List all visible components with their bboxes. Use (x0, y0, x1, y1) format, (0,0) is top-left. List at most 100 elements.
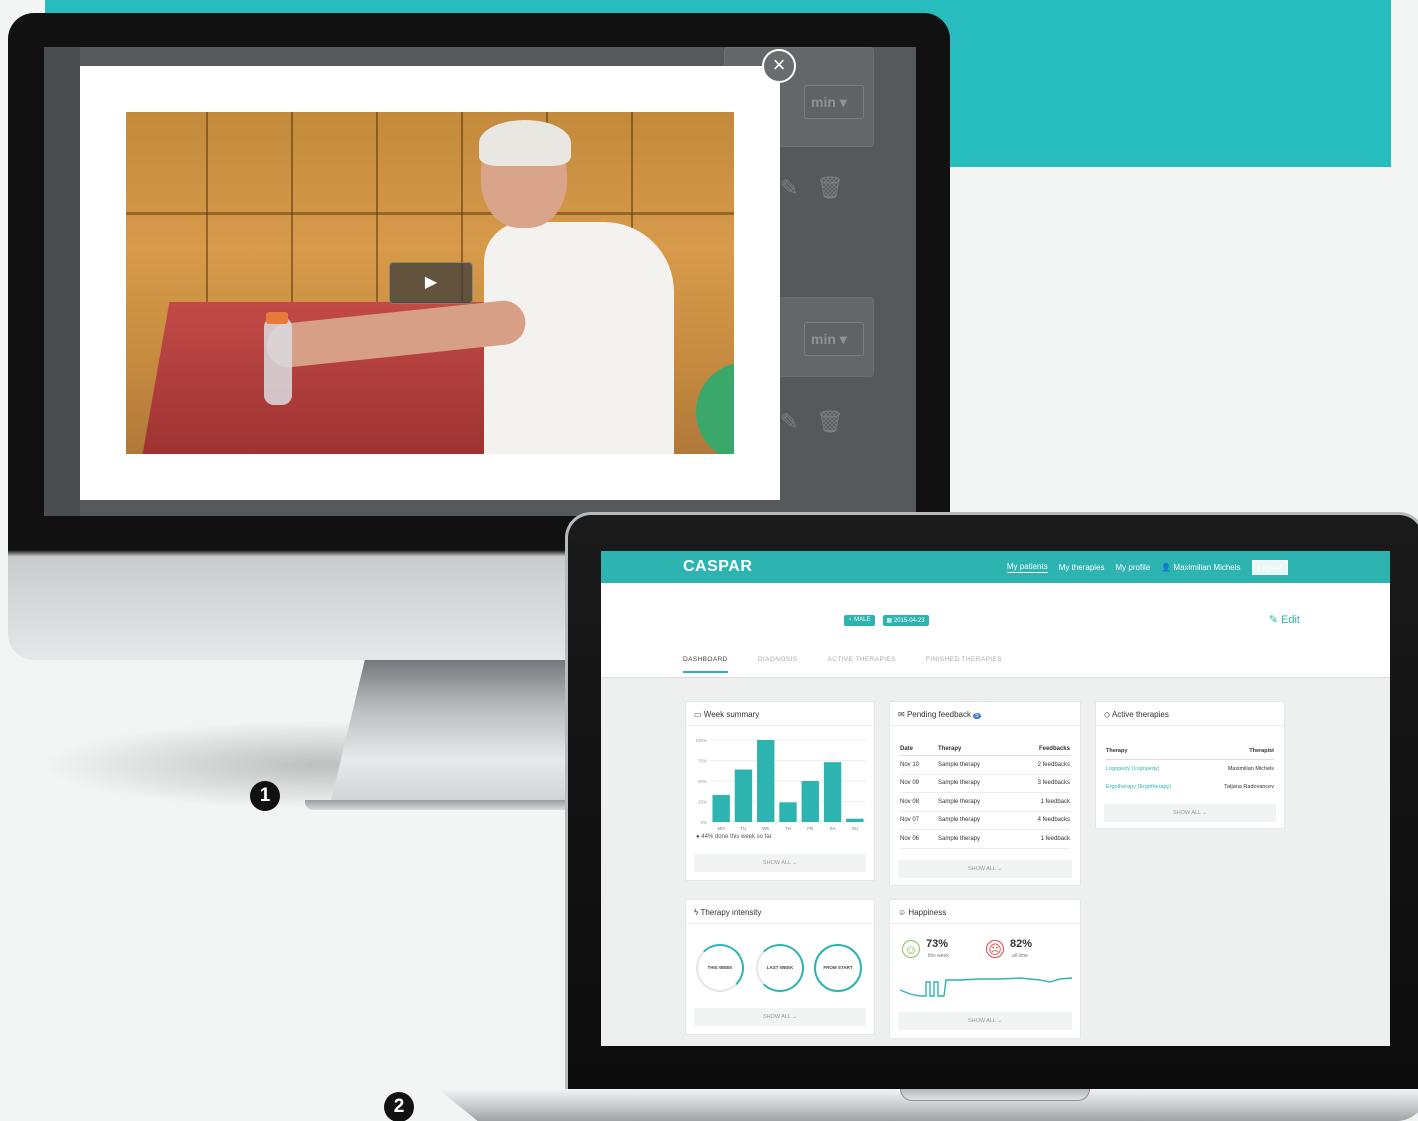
week-summary-chart: 100% 75% 50% 25% 0% MO TU WE TH FR SA SU (695, 738, 866, 831)
card-header: ✉ Pending feedback 5 (890, 702, 1080, 726)
table-row[interactable]: Nov 10 Sample therapy 2 feedbacks (900, 756, 1070, 775)
smile-icon: ☺ (898, 908, 907, 917)
ring-from-start: FROM START (814, 944, 862, 992)
active-therapies-card: ◇ Active therapies Therapy Therapist Logo… (1095, 701, 1285, 829)
edit-icon: ✎ (780, 409, 799, 434)
table-header: Therapy Therapist (1106, 742, 1274, 760)
marker-1: 1 (250, 781, 280, 811)
cabinet-shelf (126, 212, 734, 215)
y-tick-label: 25% (698, 800, 707, 805)
sad-percent: 82% (1010, 938, 1033, 950)
therapy-intensity-card: ϟ Therapy intensity THIS WEEK LAST WEEK … (685, 899, 875, 1035)
trash-icon: 🗑 (816, 409, 844, 434)
x-tick-label: TU (740, 826, 746, 831)
user-icon: 👤 (1161, 562, 1172, 572)
bar-su (846, 818, 864, 822)
nav-user[interactable]: 👤 Maximilian Michels (1161, 563, 1240, 572)
play-icon: ▶ (424, 274, 438, 291)
nav-my-profile[interactable]: My profile (1116, 563, 1151, 572)
week-show-all-button[interactable]: SHOW ALL ⌄ (694, 854, 866, 872)
patient-header: ♀ MALE ▦ 2015-04-23 ✎ Edit DASHBOARD DIA… (601, 583, 1390, 678)
happy-caption: this week (928, 953, 949, 959)
table-row[interactable]: Nov 07 Sample therapy 4 feedbacks (900, 812, 1070, 830)
pending-feedback-card: ✉ Pending feedback 5 Date Therapy Feedback… (889, 701, 1081, 886)
tab-diagnosis[interactable]: DIAGNOSIS (758, 656, 798, 673)
background-duration-select: min ▾ (804, 85, 864, 119)
week-progress-note: ● 44% done this week so far (696, 834, 772, 840)
intensity-show-all-button[interactable]: SHOW ALL ⌄ (694, 1008, 866, 1026)
close-icon: × (772, 52, 786, 77)
x-tick-label: SA (830, 826, 836, 831)
close-button[interactable]: × (762, 49, 796, 83)
table-row[interactable]: Ergotherapy (Ergotherapy) Tatjana Radovan… (1106, 778, 1274, 796)
imac-stand (330, 655, 570, 805)
date-badge: ▦ 2015-04-23 (882, 615, 929, 626)
tab-finished-therapies[interactable]: FINISHED THERAPIES (926, 656, 1002, 673)
bar-sa (823, 762, 842, 822)
table-row[interactable]: Nov 06 Sample therapy 1 feedback (900, 830, 1070, 849)
card-header: ☺ Happiness (890, 900, 1080, 924)
video-modal: ▶ (80, 66, 780, 500)
x-tick-label: SU (852, 826, 858, 831)
sad-face-icon: ☹ (986, 940, 1004, 958)
feedback-table: Date Therapy Feedbacks Nov 10 Sample therap… (900, 742, 1070, 849)
gender-badge: ♀ MALE (844, 615, 875, 626)
laptop-notch (900, 1089, 1090, 1101)
happiness-show-all-button[interactable]: SHOW ALL ⌄ (898, 1012, 1072, 1030)
logout-button[interactable]: Logout (1251, 559, 1288, 575)
happiness-card: ☺ Happiness ☺ 73% this week ☹ 82% all ti… (889, 899, 1081, 1039)
bar-tu (734, 769, 753, 822)
calendar-icon: ▦ (886, 618, 893, 624)
bar-fr (801, 781, 819, 822)
tag-icon: ◇ (1104, 710, 1111, 719)
table-row[interactable]: Nov 08 Sample therapy 1 feedback (900, 793, 1070, 812)
table-header: Date Therapy Feedbacks (900, 742, 1070, 756)
nav-my-therapies[interactable]: My therapies (1059, 563, 1105, 572)
laptop-screen: CASPAR My patients My therapies My profi… (601, 551, 1390, 1046)
bar-mo (712, 794, 730, 822)
patient-tabs: DASHBOARD DIAGNOSIS ACTIVE THERAPIES FIN… (683, 656, 1002, 673)
imac-screen: min ▾ ✎ 🗑 min ▾ ✎ 🗑 ▶ × (44, 47, 916, 516)
x-tick-label: WE (762, 826, 769, 831)
week-summary-card: ▭ Week summary 100% 75% 50% 25% 0% MO TU WE TH FR… (685, 701, 875, 881)
water-bottle (264, 317, 292, 405)
card-header: ϟ Therapy intensity (686, 900, 874, 924)
background-sidebar (44, 47, 80, 516)
trash-icon: 🗑 (816, 175, 844, 200)
exercise-ball (696, 362, 734, 454)
exercise-video[interactable]: ▶ (126, 112, 734, 454)
play-button[interactable]: ▶ (389, 262, 473, 304)
sad-caption: all time (1012, 953, 1028, 959)
table-row[interactable]: Nov 09 Sample therapy 3 feedbacks (900, 775, 1070, 793)
table-row[interactable]: Logopedy (Logopedy) Maximilian Michels (1106, 760, 1274, 778)
envelope-icon: ✉ (898, 710, 905, 719)
y-tick-label: 0% (700, 820, 707, 825)
x-tick-label: TH (785, 826, 791, 831)
app-logo[interactable]: CASPAR (683, 558, 752, 576)
nav-my-patients[interactable]: My patients (1006, 562, 1048, 573)
x-tick-label: MO (718, 826, 726, 831)
bar-we (757, 740, 775, 822)
top-navbar: CASPAR My patients My therapies My profi… (601, 551, 1390, 583)
feedback-show-all-button[interactable]: SHOW ALL ⌄ (898, 860, 1072, 878)
feedback-count-badge: 5 (973, 713, 981, 719)
tab-dashboard[interactable]: DASHBOARD (683, 656, 728, 673)
edit-icon: ✎ (1268, 614, 1278, 626)
tab-active-therapies[interactable]: ACTIVE THERAPIES (828, 656, 896, 673)
active-therapies-table: Therapy Therapist Logopedy (Logopedy) Maxi… (1106, 742, 1274, 796)
happy-face-icon: ☺ (902, 940, 920, 958)
bottle-cap (266, 312, 288, 324)
therapies-show-all-button[interactable]: SHOW ALL ⌄ (1104, 804, 1276, 822)
patient-badges: ♀ MALE ▦ 2015-04-23 (844, 615, 929, 626)
imac-foot (305, 800, 595, 810)
bolt-icon: ϟ (694, 908, 699, 917)
ring-this-week: THIS WEEK (696, 944, 744, 992)
background-duration-select: min ▾ (804, 322, 864, 356)
y-tick-label: 50% (698, 779, 707, 784)
y-tick-label: 100% (695, 738, 707, 743)
edit-button[interactable]: ✎ Edit (1269, 613, 1300, 626)
marker-2: 2 (384, 1092, 414, 1121)
x-tick-label: FR (807, 826, 814, 831)
nav-links: My patients My therapies My profile 👤 Ma… (1006, 559, 1288, 575)
card-header: ▭ Week summary (686, 702, 874, 726)
